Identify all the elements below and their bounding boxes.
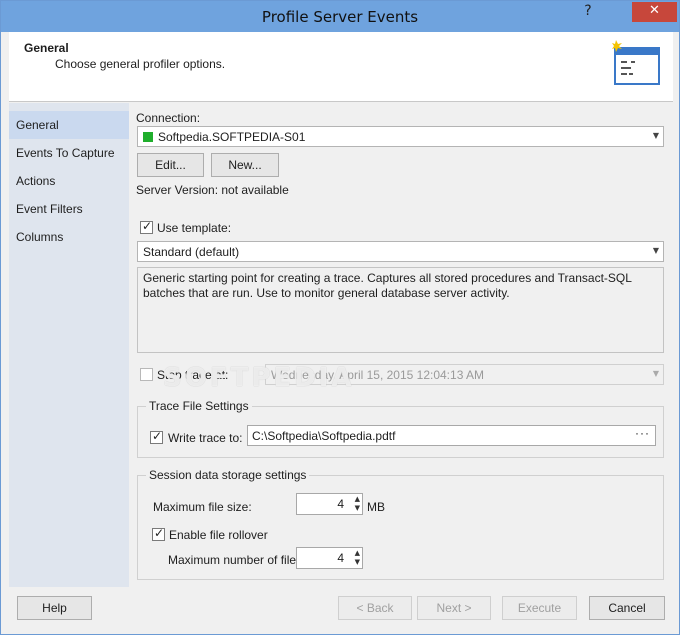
help-button[interactable]: Help <box>17 596 92 620</box>
template-description: Generic starting point for creating a tr… <box>137 267 664 353</box>
max-files-value: 4 <box>337 551 344 565</box>
new-connection-button[interactable]: New... <box>211 153 279 177</box>
chevron-down-icon: ▼ <box>652 131 659 140</box>
page-header: General Choose general profiler options. <box>9 32 673 102</box>
help-title-button[interactable]: ? <box>575 2 601 22</box>
max-file-size-label: Maximum file size: <box>153 500 252 514</box>
chevron-down-icon: ▼ <box>652 369 659 378</box>
sidebar-item-general[interactable]: General <box>9 111 129 139</box>
file-rollover-checkbox[interactable] <box>152 526 165 541</box>
connection-select[interactable]: Softpedia.SOFTPEDIA-S01 ▼ <box>137 126 664 147</box>
session-storage-group-title: Session data storage settings <box>146 468 310 482</box>
session-storage-group: Session data storage settings Maximum fi… <box>137 468 664 580</box>
stepper-down-icon[interactable]: ▼ <box>355 504 360 512</box>
cancel-button[interactable]: Cancel <box>589 596 665 620</box>
max-file-size-value: 4 <box>337 497 344 511</box>
next-button[interactable]: Next > <box>417 596 491 620</box>
close-button[interactable]: ✕ <box>632 2 677 22</box>
sidebar-nav: General Events To Capture Actions Event … <box>9 103 129 587</box>
max-file-size-stepper[interactable]: 4 ▲ ▼ <box>296 493 363 515</box>
max-files-stepper[interactable]: 4 ▲ ▼ <box>296 547 363 569</box>
trace-path-value: C:\Softpedia\Softpedia.pdtf <box>252 429 396 443</box>
dialog-window: Profile Server Events ? ✕ General Choose… <box>0 0 680 635</box>
trace-path-field[interactable]: C:\Softpedia\Softpedia.pdtf ··· <box>247 425 656 446</box>
trace-file-group-title: Trace File Settings <box>146 399 252 413</box>
stepper-up-icon[interactable]: ▲ <box>355 549 360 557</box>
write-trace-checkbox[interactable] <box>150 429 163 444</box>
template-select[interactable]: Standard (default) ▼ <box>137 241 664 262</box>
execute-button[interactable]: Execute <box>502 596 577 620</box>
file-rollover-label: Enable file rollover <box>169 528 268 542</box>
trace-file-group: Trace File Settings Write trace to: C:\S… <box>137 399 664 458</box>
back-button[interactable]: < Back <box>338 596 412 620</box>
max-files-label: Maximum number of files: <box>168 553 306 567</box>
sidebar-item-event-filters[interactable]: Event Filters <box>9 195 129 223</box>
sidebar-item-events-to-capture[interactable]: Events To Capture <box>9 139 129 167</box>
general-panel: Connection: Softpedia.SOFTPEDIA-S01 ▼ Ed… <box>129 103 673 587</box>
edit-connection-button[interactable]: Edit... <box>137 153 204 177</box>
server-version-text: Server Version: not available <box>136 183 289 197</box>
max-file-size-unit: MB <box>367 500 385 514</box>
use-template-label: Use template: <box>157 221 232 235</box>
page-title: General <box>24 41 69 55</box>
connection-status-indicator <box>143 132 153 142</box>
sidebar-item-actions[interactable]: Actions <box>9 167 129 195</box>
write-trace-label: Write trace to: <box>168 431 243 445</box>
stepper-up-icon[interactable]: ▲ <box>355 495 360 503</box>
connection-value: Softpedia.SOFTPEDIA-S01 <box>158 130 306 144</box>
title-bar: Profile Server Events ? ✕ <box>1 1 679 32</box>
use-template-checkbox[interactable] <box>140 219 153 234</box>
stepper-down-icon[interactable]: ▼ <box>355 558 360 566</box>
stop-trace-checkbox[interactable] <box>140 368 153 381</box>
browse-button[interactable]: ··· <box>635 426 650 440</box>
connection-label: Connection: <box>136 111 201 125</box>
sidebar-item-columns[interactable]: Columns <box>9 223 129 251</box>
watermark: SOFTPEDIA <box>163 363 355 393</box>
page-subtitle: Choose general profiler options. <box>55 57 226 71</box>
template-value: Standard (default) <box>143 245 240 259</box>
profiler-settings-icon <box>612 40 660 85</box>
chevron-down-icon: ▼ <box>652 246 659 255</box>
